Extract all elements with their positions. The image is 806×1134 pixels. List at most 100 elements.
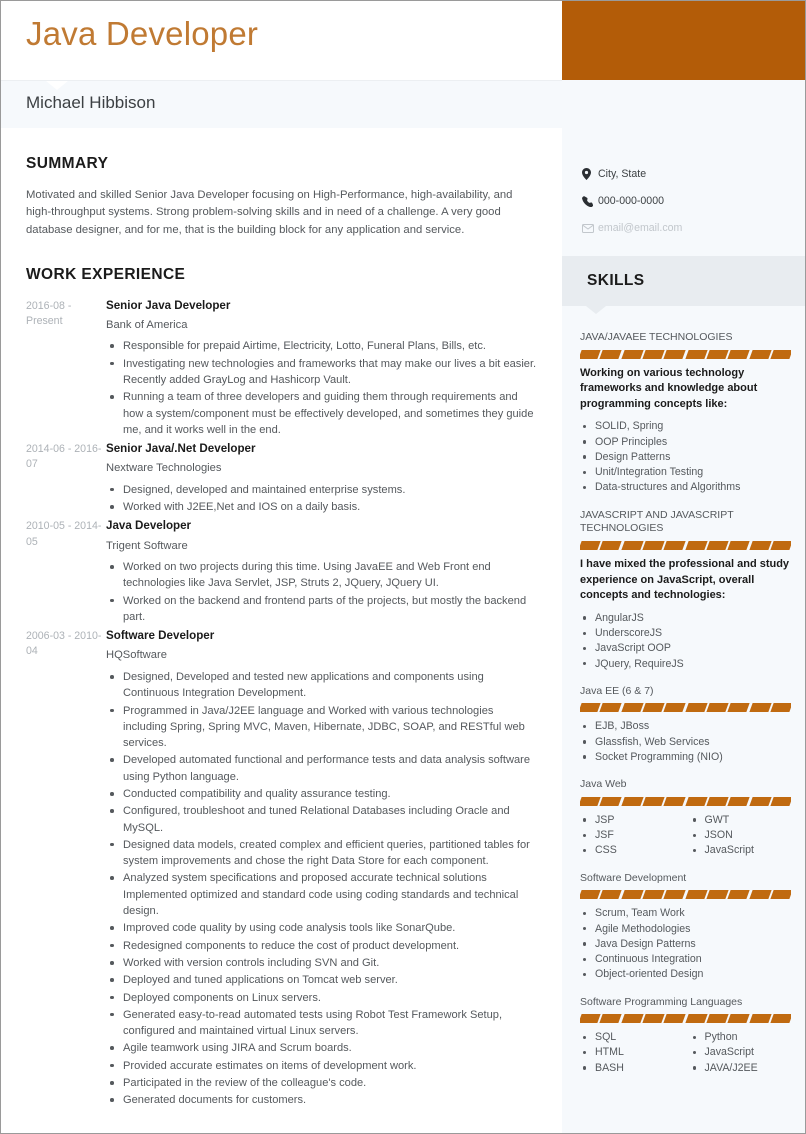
work-item-body: Java Developer Trigent Software Worked on …	[102, 518, 538, 626]
skills-header-band: SKILLS	[562, 256, 805, 314]
work-item-bullet: Deployed and tuned applications on Tomca…	[106, 972, 538, 988]
contact-location-text: City, State	[598, 168, 647, 180]
work-item-bullet: Participated in the review of the collea…	[106, 1075, 538, 1091]
work-item-bullet: Deployed components on Linux servers.	[106, 990, 538, 1006]
skill-level-segment	[727, 541, 750, 550]
work-item-bullets: Responsible for prepaid Airtime, Electri…	[106, 338, 538, 438]
skill-level-segment	[748, 349, 772, 359]
skill-item: JSP	[580, 813, 682, 828]
skill-group-name: Java Web	[580, 778, 627, 791]
contact-block: City, State 000-000-0000 email@email.com	[562, 128, 805, 256]
work-item-role: Senior Java Developer	[106, 298, 231, 312]
work-item-bullets: Designed, Developed and tested new appli…	[106, 669, 538, 1109]
skill-level-segment	[580, 890, 601, 900]
skill-level-segment	[770, 703, 791, 713]
work-item-bullet: Analyzed system specifications and propo…	[106, 870, 538, 919]
skill-item: Scrum, Team Work	[580, 906, 791, 921]
skill-level-segment	[599, 1014, 623, 1024]
skill-level-segment	[642, 1014, 665, 1024]
skill-level-segment	[727, 796, 750, 806]
skill-item-list: JSP JSF CSS GWT JSON JavaScript	[580, 813, 791, 859]
location-pin-icon	[582, 168, 598, 180]
work-item-bullet: Redesigned components to reduce the cost…	[106, 938, 538, 954]
main-column: SUMMARY Motivated and skilled Senior Jav…	[1, 128, 562, 1133]
skill-level-segment	[580, 541, 601, 550]
skill-item: JSON	[690, 828, 792, 843]
skill-level-segment	[620, 796, 644, 806]
contact-phone[interactable]: 000-000-0000	[582, 195, 805, 207]
work-experience-item: 2014-06 - 2016-07 Senior Java/.Net Develo…	[26, 441, 538, 516]
summary-heading: SUMMARY	[26, 155, 109, 172]
work-item-bullet: Generated documents for customers.	[106, 1092, 538, 1108]
skill-level-segment	[663, 349, 687, 359]
work-item-bullet: Agile teamwork using JIRA and Scrum boar…	[106, 1040, 538, 1056]
work-item-bullet: Conducted compatibility and quality assu…	[106, 786, 538, 802]
skill-item: SOLID, Spring	[580, 419, 791, 434]
skill-level-segment	[706, 349, 729, 359]
skill-group: Software Development Scrum, Team Work Agil…	[580, 872, 791, 983]
skill-item: GWT	[690, 813, 792, 828]
skill-level-segment	[684, 541, 708, 550]
skill-level-segment	[706, 796, 729, 806]
skill-group: JAVASCRIPT AND JAVASCRIPT TECHNOLOGIES I …	[580, 509, 791, 672]
skill-item: JavaScript	[690, 1045, 792, 1060]
skill-level-bar	[580, 349, 791, 359]
skill-level-segment	[663, 796, 687, 806]
skill-level-segment	[770, 1014, 791, 1024]
work-item-company: HQSoftware	[106, 649, 167, 662]
skill-level-bar	[580, 1014, 791, 1024]
skill-item: EJB, JBoss	[580, 719, 791, 734]
work-item-bullet: Designed, Developed and tested new appli…	[106, 669, 538, 702]
name-band: Michael Hibbison	[1, 80, 805, 128]
skill-level-segment	[727, 890, 750, 900]
skill-level-segment	[727, 349, 750, 359]
skill-level-segment	[727, 1014, 750, 1024]
work-item-bullet: Programmed in Java/J2EE language and Wor…	[106, 703, 538, 752]
skill-item: Continuous Integration	[580, 952, 791, 967]
skill-level-segment	[684, 796, 708, 806]
skill-level-segment	[706, 890, 729, 900]
skill-group: JAVA/JAVAEE TECHNOLOGIES Working on vario…	[580, 331, 791, 496]
skill-level-segment	[748, 796, 772, 806]
skill-item: JSF	[580, 828, 682, 843]
contact-location[interactable]: City, State	[582, 168, 805, 180]
work-item-bullet: Designed data models, created complex an…	[106, 837, 538, 870]
skill-group-name: Software Development	[580, 871, 687, 884]
work-experience-item: 2016-08 - Present Senior Java Developer Ba…	[26, 298, 538, 439]
contact-email[interactable]: email@email.com	[582, 222, 805, 234]
skill-level-segment	[684, 890, 708, 900]
work-item-bullet: Developed automated functional and perfo…	[106, 752, 538, 785]
resume-page: Java Developer Michael Hibbison SUMMARY …	[0, 0, 806, 1134]
work-item-bullet: Worked with version controls including S…	[106, 955, 538, 971]
skill-level-bar	[580, 796, 791, 806]
work-item-company: Nextware Technologies	[106, 462, 222, 475]
skills-list: JAVA/JAVAEE TECHNOLOGIES Working on vario…	[562, 306, 805, 1100]
skill-level-segment	[620, 541, 644, 550]
work-experience-section: WORK EXPERIENCE 2016-08 - Present Senior …	[26, 239, 538, 1110]
skill-level-segment	[770, 796, 791, 806]
work-item-role: Java Developer	[106, 519, 192, 533]
skill-level-segment	[642, 796, 665, 806]
skill-level-segment	[684, 349, 708, 359]
skill-level-segment	[642, 703, 665, 713]
skills-heading: SKILLS	[587, 272, 645, 289]
skill-group: Software Programming Languages SQL HTML BAS…	[580, 996, 791, 1076]
contact-phone-text: 000-000-0000	[598, 195, 664, 207]
skill-item: BASH	[580, 1061, 682, 1076]
skill-level-segment	[599, 890, 623, 900]
work-item-bullets: Worked on two projects during this time.…	[106, 559, 538, 625]
chevron-down-icon	[46, 81, 68, 90]
skill-level-bar	[580, 541, 791, 550]
skill-level-segment	[620, 703, 644, 713]
skill-item-list: SOLID, Spring OOP Principles Design Patter…	[580, 419, 791, 495]
contact-email-text: email@email.com	[598, 222, 683, 234]
skill-item: CSS	[580, 843, 682, 858]
work-item-role: Software Developer	[106, 629, 215, 643]
work-experience-heading: WORK EXPERIENCE	[26, 265, 186, 283]
work-item-bullet: Running a team of three developers and g…	[106, 389, 538, 438]
work-item-bullet: Configured, troubleshoot and tuned Relat…	[106, 803, 538, 836]
skill-level-segment	[770, 541, 791, 550]
work-item-role: Senior Java/.Net Developer	[106, 442, 256, 456]
skill-item: Agile Methodologies	[580, 922, 791, 937]
skill-item-list: AngularJS UnderscoreJS JavaScript OOP JQuer…	[580, 611, 791, 672]
